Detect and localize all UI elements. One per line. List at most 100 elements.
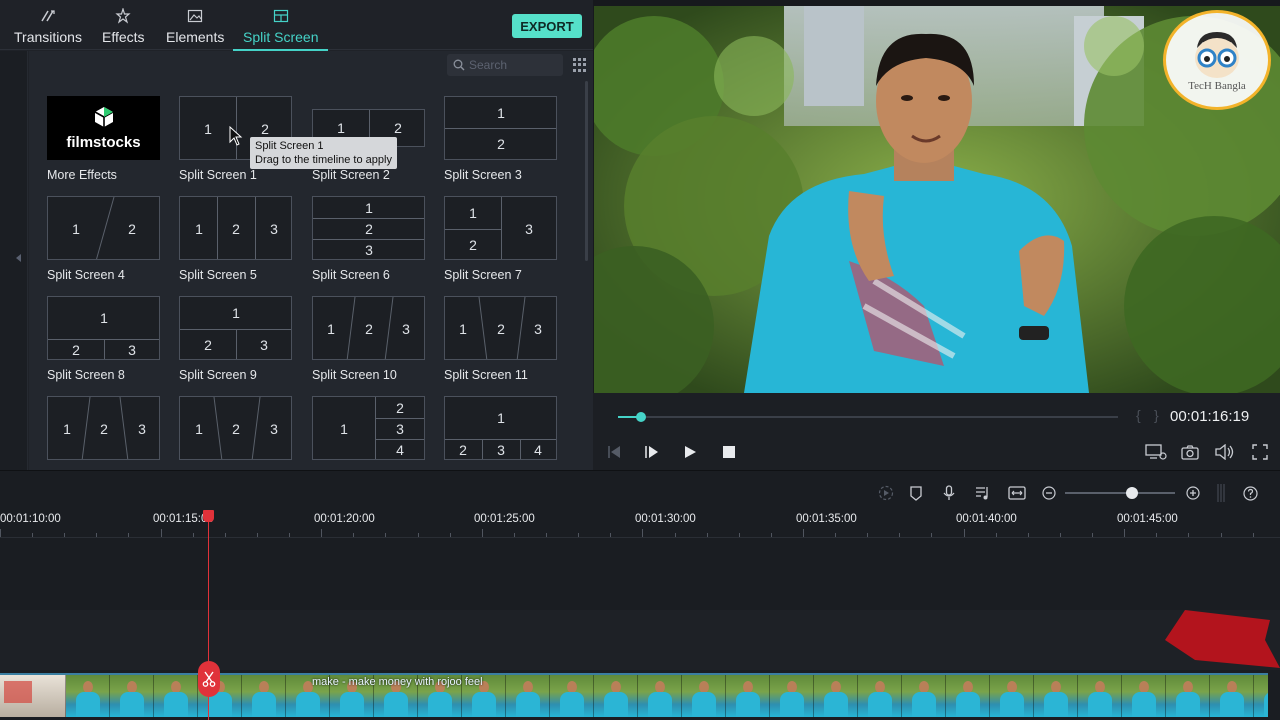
collapse-sidebar-icon[interactable] bbox=[16, 254, 21, 262]
timeline-ruler[interactable]: 00:01:10:00 00:01:15:00 00:01:20:00 00:0… bbox=[0, 510, 1280, 538]
zoom-out-button[interactable] bbox=[1041, 485, 1057, 501]
split-screen-11-item[interactable]: 1 2 3 Split Screen 11 bbox=[444, 296, 558, 382]
ruler-tick bbox=[770, 533, 772, 537]
ruler-label: 00:01:25:00 bbox=[474, 513, 535, 525]
microphone-icon bbox=[943, 485, 955, 500]
clip-frame-thumbnail bbox=[594, 675, 638, 717]
zoom-in-button[interactable] bbox=[1185, 485, 1201, 501]
audio-mixer-button[interactable] bbox=[975, 485, 991, 501]
ruler-tick bbox=[128, 533, 130, 537]
mark-in-icon[interactable]: { bbox=[1136, 407, 1141, 423]
stop-icon bbox=[723, 446, 735, 458]
tab-elements[interactable]: Elements bbox=[166, 6, 224, 48]
clip-frame-thumbnail bbox=[990, 675, 1034, 717]
video-clip[interactable] bbox=[0, 673, 1268, 717]
timeline-panel-handle[interactable] bbox=[1216, 484, 1226, 502]
split-screen-9-item[interactable]: 1 2 3 Split Screen 9 bbox=[179, 296, 293, 382]
voiceover-button[interactable] bbox=[941, 485, 957, 501]
clip-frame-thumbnail bbox=[1166, 675, 1210, 717]
tab-transitions[interactable]: Transitions bbox=[14, 6, 82, 48]
prev-frame-button[interactable] bbox=[605, 443, 623, 461]
play-icon bbox=[685, 446, 696, 458]
zoom-slider-handle[interactable] bbox=[1126, 487, 1139, 499]
search-box[interactable] bbox=[447, 54, 563, 76]
ruler-tick bbox=[1092, 533, 1093, 537]
split-screen-15-item[interactable]: 1 2 3 4 bbox=[444, 396, 558, 460]
play-button[interactable] bbox=[681, 443, 699, 461]
split-screen-1-label: Split Screen 1 bbox=[179, 168, 257, 182]
render-play-icon bbox=[878, 485, 894, 501]
more-effects-label: More Effects bbox=[47, 168, 117, 182]
snapshot-button[interactable] bbox=[1181, 443, 1199, 461]
ruler-tick bbox=[481, 529, 483, 537]
fullscreen-button[interactable] bbox=[1251, 443, 1269, 461]
ruler-tick bbox=[160, 529, 162, 537]
tab-split-screen[interactable]: Split Screen bbox=[232, 6, 330, 51]
fit-width-icon bbox=[1008, 486, 1026, 500]
zoom-slider[interactable] bbox=[1065, 487, 1175, 499]
ruler-tick bbox=[642, 529, 644, 537]
clip-frame-thumbnail bbox=[682, 675, 726, 717]
preview-timecode: 00:01:16:19 bbox=[1170, 408, 1250, 425]
ruler-label: 00:01:30:00 bbox=[635, 513, 696, 525]
marker-icon bbox=[910, 485, 922, 501]
filmstocks-brand: filmstocks bbox=[66, 133, 141, 151]
help-button[interactable] bbox=[1242, 485, 1258, 501]
split-screen-5-item[interactable]: 1 2 3 Split Screen 5 bbox=[179, 196, 293, 282]
ruler-tick bbox=[931, 533, 933, 537]
split-screen-8-item[interactable]: 1 2 3 Split Screen 8 bbox=[47, 296, 161, 382]
preview-panel: TecH Bangla { } 00:01:16:19 bbox=[593, 0, 1280, 470]
split-screen-12-thumbnail: 1 2 3 bbox=[47, 396, 160, 460]
render-button[interactable] bbox=[878, 485, 894, 501]
volume-button[interactable] bbox=[1215, 443, 1235, 461]
library-scrollbar[interactable] bbox=[585, 81, 588, 261]
export-button[interactable]: EXPORT bbox=[512, 14, 582, 38]
clip-frame-thumbnail bbox=[858, 675, 902, 717]
mark-out-icon[interactable]: } bbox=[1154, 407, 1159, 423]
tab-transitions-label: Transitions bbox=[14, 29, 82, 45]
split-screen-5-thumbnail: 1 2 3 bbox=[179, 196, 292, 260]
more-effects-item[interactable]: filmstocks More Effects bbox=[47, 96, 161, 182]
split-screen-10-thumbnail: 1 2 3 bbox=[312, 296, 425, 360]
fit-timeline-button[interactable] bbox=[1008, 485, 1026, 501]
seek-handle[interactable] bbox=[636, 412, 646, 422]
clip-title: make - make money with rojoo feel bbox=[312, 676, 483, 688]
split-screen-10-item[interactable]: 1 2 3 Split Screen 10 bbox=[312, 296, 426, 382]
split-screen-7-item[interactable]: 1 2 3 Split Screen 7 bbox=[444, 196, 558, 282]
clip-frame-thumbnail bbox=[1254, 675, 1268, 717]
split-screen-12-item[interactable]: 1 2 3 bbox=[47, 396, 161, 460]
ruler-tick bbox=[353, 533, 355, 537]
split-screen-6-thumbnail: 1 2 3 bbox=[312, 196, 425, 260]
clip-frame-thumbnail bbox=[154, 675, 198, 717]
split-screen-13-item[interactable]: 1 2 3 bbox=[179, 396, 293, 460]
render-preview-button[interactable] bbox=[1145, 443, 1167, 461]
split-screen-3-item[interactable]: 1 2 Split Screen 3 bbox=[444, 96, 558, 182]
clip-frame-thumbnail bbox=[814, 675, 858, 717]
empty-track[interactable] bbox=[0, 538, 1280, 610]
marker-button[interactable] bbox=[908, 485, 924, 501]
split-screen-14-item[interactable]: 1 2 3 4 bbox=[312, 396, 426, 460]
clip-frame-thumbnail bbox=[1210, 675, 1254, 717]
search-input[interactable] bbox=[469, 58, 554, 72]
split-screen-tooltip: Split Screen 1 Drag to the timeline to a… bbox=[250, 137, 397, 169]
empty-track[interactable] bbox=[0, 610, 1280, 670]
ruler-tick bbox=[513, 533, 515, 537]
ruler-tick bbox=[1124, 529, 1126, 537]
video-preview[interactable]: TecH Bangla bbox=[594, 6, 1280, 393]
split-clip-button[interactable] bbox=[198, 661, 220, 697]
ruler-tick bbox=[224, 533, 226, 537]
playhead-handle[interactable] bbox=[203, 510, 214, 522]
video-editor-app: Transitions Effects Elements Split Scree… bbox=[0, 0, 1280, 720]
grid-view-icon[interactable] bbox=[573, 58, 587, 72]
split-screen-4-item[interactable]: 1 2 Split Screen 4 bbox=[47, 196, 161, 282]
fullscreen-icon bbox=[1252, 444, 1268, 460]
clip-frame-thumbnail bbox=[902, 675, 946, 717]
preview-seek-bar[interactable] bbox=[618, 412, 1118, 422]
play-frame-button[interactable] bbox=[643, 443, 661, 461]
split-screen-6-item[interactable]: 1 2 3 Split Screen 6 bbox=[312, 196, 426, 282]
split-screen-15-thumbnail: 1 2 3 4 bbox=[444, 396, 557, 460]
split-screen-7-thumbnail: 1 2 3 bbox=[444, 196, 557, 260]
tab-effects[interactable]: Effects bbox=[102, 6, 145, 48]
stop-button[interactable] bbox=[720, 443, 738, 461]
mascot-icon bbox=[1195, 32, 1239, 78]
